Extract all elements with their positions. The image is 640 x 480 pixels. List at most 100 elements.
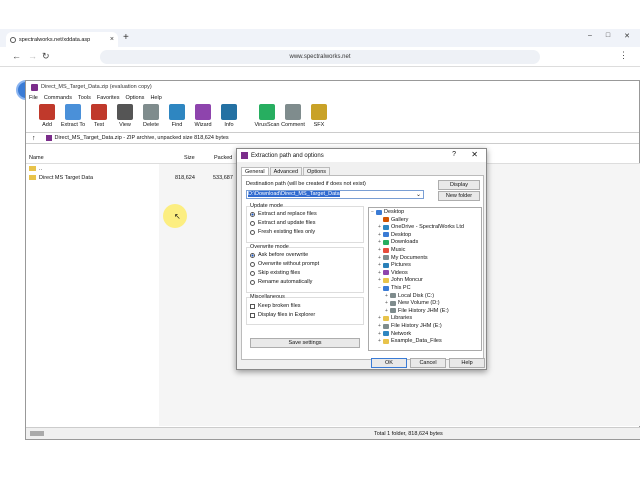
sfx-button[interactable]: SFX — [306, 104, 332, 128]
tree-node[interactable]: Gallery — [378, 217, 408, 223]
dest-path-input[interactable]: D:\Download\Direct_MS_Target_Data ⌄ — [246, 190, 424, 199]
close-icon[interactable]: ✕ — [471, 150, 478, 159]
help-icon[interactable]: ? — [452, 151, 456, 158]
radio-rename-automatically[interactable]: Rename automatically — [250, 279, 312, 285]
virusscan-button[interactable]: VirusScan — [254, 104, 280, 128]
test-button[interactable]: Test — [86, 104, 112, 128]
tree-node[interactable]: + Example_Data_Files — [378, 338, 442, 344]
checkbox-keep-broken-files[interactable]: Keep broken files — [250, 303, 301, 309]
radio-button-icon[interactable] — [250, 279, 255, 285]
chevron-down-icon[interactable]: ⌄ — [416, 191, 421, 198]
extract-to-button[interactable]: Extract To — [60, 104, 86, 128]
menu-favorites[interactable]: Favorites — [97, 95, 120, 101]
radio-ask-before-overwrite[interactable]: Ask before overwrite — [250, 252, 308, 258]
wizard-button[interactable]: Wizard — [190, 104, 216, 128]
radio-button-icon[interactable] — [250, 220, 255, 226]
toolbar-label: View — [119, 122, 131, 128]
save-settings-button[interactable]: Save settings — [250, 338, 360, 348]
toolbar-label: Wizard — [194, 122, 212, 128]
checkbox-display-files-in-explorer[interactable]: Display files in Explorer — [250, 312, 315, 318]
folder-tree[interactable]: − Desktop Gallery + OneDrive - SpectralWorks… — [368, 207, 482, 351]
radio-button-icon[interactable] — [250, 252, 255, 258]
option-label: Display files in Explorer — [258, 312, 316, 318]
tree-node[interactable]: − This PC — [378, 285, 411, 291]
col-name[interactable]: Name — [29, 155, 44, 161]
radio-button-icon[interactable] — [250, 261, 255, 267]
browser-menu-icon[interactable]: ⋮ — [619, 50, 628, 61]
menu-help[interactable]: Help — [150, 95, 161, 101]
back-icon[interactable]: ← — [12, 51, 21, 61]
winrar-logo-icon — [31, 83, 38, 91]
menu-file[interactable]: File — [29, 95, 38, 101]
radio-button-icon[interactable] — [250, 229, 255, 235]
tree-node-label: This PC — [391, 285, 411, 291]
folder-icon — [383, 255, 389, 261]
forward-icon[interactable]: → — [28, 51, 37, 61]
option-label: Keep broken files — [258, 303, 301, 309]
option-label: Rename automatically — [258, 279, 313, 285]
browser-tab[interactable]: spectralworks.net/xddata.asp × — [6, 32, 118, 47]
address-bar[interactable]: www.spectralworks.net — [100, 50, 540, 64]
radio-fresh-existing-files-only[interactable]: Fresh existing files only — [250, 229, 315, 235]
col-packed[interactable]: Packed — [214, 155, 232, 161]
tree-node[interactable]: + Downloads — [378, 239, 418, 245]
toolbar-label: Find — [171, 122, 183, 128]
ok-button[interactable]: OK — [371, 358, 407, 368]
info-button[interactable]: Info — [216, 104, 242, 128]
radio-overwrite-without-prompt[interactable]: Overwrite without prompt — [250, 261, 319, 267]
up-arrow-icon[interactable]: ↑ — [32, 135, 36, 142]
display-button[interactable]: Display — [438, 180, 480, 190]
tree-node[interactable]: + Pictures — [378, 262, 411, 268]
tree-node[interactable]: + Libraries — [378, 315, 412, 321]
app-menubar: File Commands Tools Favorites Options Help — [26, 93, 639, 102]
status-bar: Total 1 folder, 818,624 bytes — [26, 427, 640, 439]
minimize-button[interactable]: – — [588, 32, 592, 40]
folder-icon — [383, 270, 389, 276]
app-title: Direct_MS_Target_Data.zip (evaluation co… — [41, 84, 152, 90]
tree-node[interactable]: + File History JHM (E:) — [378, 323, 442, 329]
new-tab-button[interactable]: + — [123, 32, 129, 43]
tree-node[interactable]: + File History JHM (E:) — [385, 308, 449, 314]
checkbox-icon[interactable] — [250, 312, 255, 318]
tree-node[interactable]: + Music — [378, 247, 405, 253]
radio-extract-and-replace-files[interactable]: Extract and replace files — [250, 211, 317, 217]
radio-skip-existing-files[interactable]: Skip existing files — [250, 270, 300, 276]
close-window-button[interactable]: ✕ — [624, 32, 630, 40]
tree-node[interactable]: + Desktop — [378, 232, 411, 238]
comment-button[interactable]: Comment — [280, 104, 306, 128]
tree-node[interactable]: + Network — [378, 331, 411, 337]
col-size[interactable]: Size — [184, 155, 195, 161]
archive-path: Direct_MS_Target_Data.zip - ZIP archive,… — [54, 135, 229, 141]
option-label: Fresh existing files only — [258, 229, 316, 235]
close-tab-icon[interactable]: × — [110, 36, 114, 43]
radio-button-icon[interactable] — [250, 270, 255, 276]
find-button[interactable]: Find — [164, 104, 190, 128]
menu-tools[interactable]: Tools — [78, 95, 91, 101]
menu-options[interactable]: Options — [125, 95, 144, 101]
tree-node[interactable]: + New Volume (D:) — [385, 300, 440, 306]
tree-node[interactable]: + OneDrive - SpectralWorks Ltd — [378, 224, 464, 230]
folder-up-icon — [29, 166, 36, 172]
tree-node[interactable]: + Local Disk (C:) — [385, 293, 434, 299]
checkbox-icon[interactable] — [250, 303, 255, 309]
tree-node-label: Libraries — [391, 315, 413, 322]
toolbar-label: Info — [224, 122, 234, 128]
radio-extract-and-update-files[interactable]: Extract and update files — [250, 220, 315, 226]
window-controls: – □ ✕ — [588, 32, 630, 40]
reload-icon[interactable]: ↻ — [42, 51, 50, 62]
help-button[interactable]: Help — [449, 358, 485, 368]
browser-tabstrip: spectralworks.net/xddata.asp × + – □ ✕ — [0, 29, 640, 47]
tree-node[interactable]: − Desktop — [371, 209, 404, 215]
cancel-button[interactable]: Cancel — [410, 358, 446, 368]
new-folder-button[interactable]: New folder — [438, 191, 480, 201]
menu-commands[interactable]: Commands — [44, 95, 72, 101]
delete-button[interactable]: Delete — [138, 104, 164, 128]
option-label: Skip existing files — [258, 270, 301, 276]
view-button[interactable]: View — [112, 104, 138, 128]
add-button[interactable]: Add — [34, 104, 60, 128]
tree-node[interactable]: + John Moncur — [378, 277, 423, 283]
maximize-button[interactable]: □ — [606, 32, 610, 40]
radio-button-icon[interactable] — [250, 211, 255, 217]
tree-node[interactable]: + My Documents — [378, 255, 428, 261]
tree-node[interactable]: + Videos — [378, 270, 408, 276]
